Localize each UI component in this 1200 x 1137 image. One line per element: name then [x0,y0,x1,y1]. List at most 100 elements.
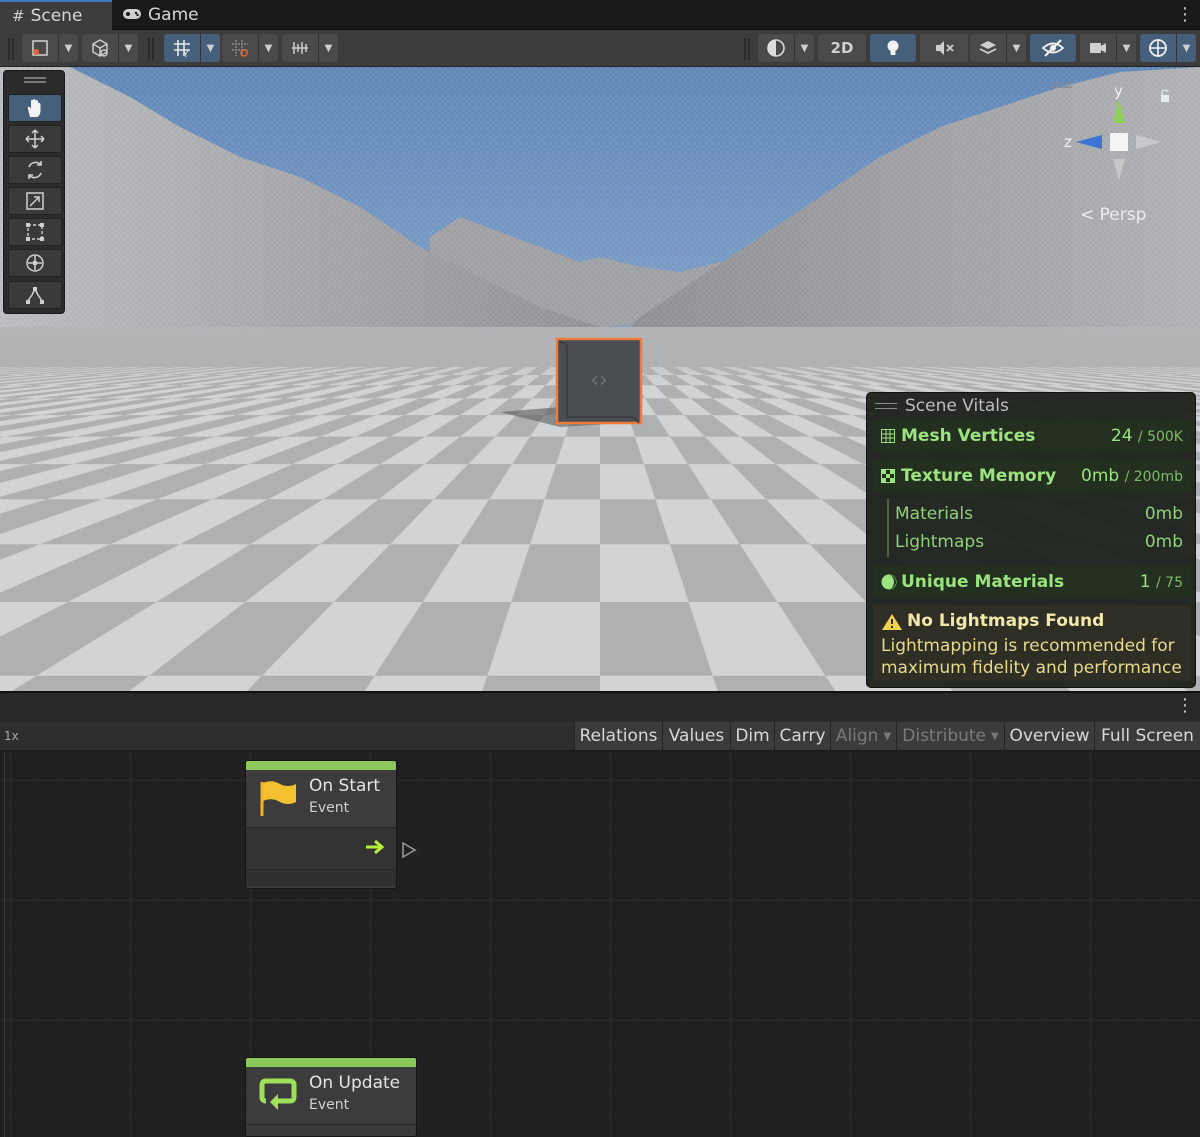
material-sphere-icon [881,574,897,590]
scene-visibility-button[interactable] [1030,34,1076,62]
graph-left-edge [4,752,5,1137]
scale-tool-button[interactable] [8,187,62,215]
hand-icon [27,99,41,117]
hash-icon: # [12,7,25,25]
carry-toggle[interactable]: Carry [774,722,830,750]
audio-toggle-button[interactable] [920,34,968,62]
distribute-dropdown[interactable]: Distribute ▼ [896,722,1004,750]
node-header: On Start Event [246,770,396,828]
chevron-down-icon: ▼ [58,34,78,62]
mesh-vertices-label: Mesh Vertices [901,426,1036,446]
node-title: On Start [309,776,381,796]
node-title: On Update [309,1073,401,1093]
window-splitter[interactable]: ⋮ [0,691,1200,721]
lighting-toggle-button[interactable] [870,34,916,62]
draw-mode-button[interactable]: ▼ [22,34,78,62]
shading-mode-button[interactable]: ▼ [758,34,814,62]
rect-tool-button[interactable] [8,218,62,246]
toolbar-grip [744,38,750,60]
snap-grid-icon [232,40,248,57]
subitem-indent-bar [887,499,889,557]
toolbar-grip [8,38,14,60]
sphere-shading-icon [767,39,785,57]
graph-menu-kebab-icon[interactable]: ⋮ [1176,697,1194,715]
snap-increment-button[interactable]: ▼ [222,34,278,62]
grid-snap-button[interactable]: Y ▼ [164,34,220,62]
mesh-vertices-value: 24 / 500K [1110,426,1183,446]
tab-game-label: Game [148,5,199,25]
camera-icon [1090,43,1106,53]
move-tool-button[interactable] [8,125,62,153]
custom-tool-button[interactable] [8,281,62,309]
axis-gizmo: y z [1050,82,1169,180]
floor-tile [129,675,262,691]
render-mode-button[interactable]: ▼ [82,34,138,62]
node-header-bar [246,761,396,770]
materials-row: Materials 0mb [895,504,1191,528]
warning-title: No Lightmaps Found [907,611,1105,631]
graph-canvas[interactable] [0,752,1200,1137]
gizmo-globe-icon [1149,39,1167,57]
control-output-arrow-icon[interactable] [364,838,388,856]
overlay-drag-handle[interactable] [24,77,46,83]
toggle-2d-button[interactable]: 2D [818,34,866,62]
chevron-down-icon: ▼ [200,34,220,62]
node-footer [246,870,396,886]
overlay-drag-handle-icon [875,403,897,409]
output-port-triangle-icon[interactable] [400,840,418,860]
chevron-down-icon: ▼ [258,34,278,62]
editor-tab-bar: # Scene Game ⋮ [0,0,1200,30]
cube-icon [92,39,108,57]
tab-menu-kebab-icon[interactable]: ⋮ [1176,6,1194,24]
gizmos-button[interactable]: ▼ [1140,34,1196,62]
scene-camera-button[interactable]: ▼ [1080,34,1136,62]
overview-button[interactable]: Overview [1004,722,1094,750]
lightbulb-icon [887,40,899,55]
tab-scene[interactable]: # Scene [0,0,112,30]
tab-scene-label: Scene [30,6,83,26]
projection-toggle[interactable]: < Persp [1080,205,1146,225]
floor-tile [600,675,718,691]
projection-label: Persp [1099,205,1147,225]
tab-game[interactable]: Game [122,0,212,30]
grid-icon: Y [174,40,190,58]
on-update-node[interactable]: On Update Event [245,1057,417,1137]
rect-transform-icon [26,223,44,241]
draw-mode-icon [32,40,48,56]
loop-icon [259,1078,297,1110]
chevron-down-icon: ▼ [318,34,338,62]
chevron-down-icon: ▼ [883,730,892,742]
scene-vitals-overlay: Scene Vitals Mesh Vertices 24 / 500K Tex… [866,392,1196,688]
hand-tool-button[interactable] [8,94,62,122]
materials-value: 0mb [1144,504,1183,524]
materials-label: Materials [895,504,973,524]
unique-materials-label: Unique Materials [901,572,1065,592]
mesh-vertices-row: Mesh Vertices 24 / 500K [873,420,1191,452]
warning-icon [882,614,902,630]
transform-tool-button[interactable] [8,249,62,277]
increment-snap-button[interactable]: ▼ [282,34,338,62]
values-toggle[interactable]: Values [662,722,730,750]
texture-memory-value: 0mb / 200mb [1081,466,1183,486]
relations-toggle[interactable]: Relations [574,722,662,750]
warning-text: Lightmapping is recommended for maximum … [881,636,1182,678]
floor-tile [364,675,488,691]
dim-toggle[interactable]: Dim [730,722,774,750]
texture-memory-row: Texture Memory 0mb / 200mb [873,460,1191,492]
scene-vitals-header[interactable]: Scene Vitals [867,393,1197,419]
align-dropdown[interactable]: Align ▼ [830,722,896,750]
graph-toolbar: 1x Relations Values Dim Carry Align ▼ Dis… [0,721,1200,751]
chevron-down-icon: ▼ [794,34,814,62]
rotate-icon [28,161,42,179]
on-start-node[interactable]: On Start Event [245,760,397,889]
custom-editor-tool-icon [26,287,44,304]
node-subtitle: Event [309,1097,350,1113]
node-ports [246,828,396,870]
full-screen-button[interactable]: Full Screen [1094,722,1200,750]
effects-button[interactable]: ▼ [970,34,1026,62]
selected-cube[interactable]: ‹› [555,337,645,427]
node-subtitle: Event [309,800,350,816]
chevron-down-icon: ▼ [1006,34,1026,62]
rotate-tool-button[interactable] [8,156,62,184]
scene-toolbar: ▼ ▼ Y ▼ ▼ ▼ ▼ 2D ▼ ▼ ▼ [0,30,1200,67]
